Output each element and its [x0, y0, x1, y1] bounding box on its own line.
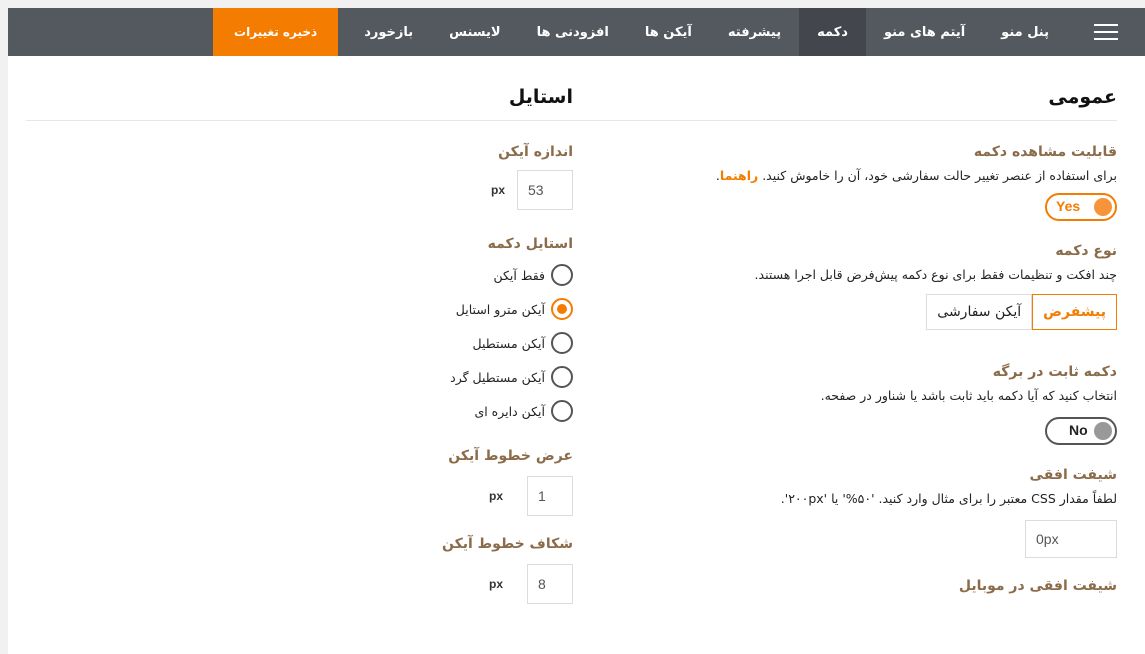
button-type-custom-icon[interactable]: آیکن سفارشی [926, 294, 1033, 330]
icon-size-unit: px [490, 183, 505, 197]
line-gap-row: 8 px [33, 564, 573, 604]
icon-size-setting: اندازه آیکن 53 px [33, 144, 573, 210]
radio-label: آیکن دایره ای [474, 403, 545, 419]
toggle-label: Yes [1056, 198, 1081, 214]
fixed-toggle[interactable]: No [1045, 417, 1117, 445]
radio-button[interactable] [551, 332, 573, 354]
radio-button[interactable] [551, 366, 573, 388]
radio-option[interactable]: فقط آیکن [33, 258, 573, 292]
tab-button[interactable]: دکمه [799, 8, 866, 56]
radio-button[interactable] [551, 264, 573, 286]
radio-option[interactable]: آیکن دایره ای [33, 394, 573, 428]
toggle-label: No [1069, 422, 1088, 438]
radio-option[interactable]: آیکن مستطیل [33, 326, 573, 360]
button-style-options: فقط آیکن آیکن مترو استایل آیکن مستطیل آی… [33, 258, 573, 428]
toggle-knob [1094, 422, 1112, 440]
line-width-setting: عرض خطوط آیکن 1 px [33, 448, 573, 516]
settings-page: پنل منو آیتم های منو دکمه پیشرفته آیکن ه… [8, 8, 1145, 654]
line-gap-label: شکاف خطوط آیکن [441, 536, 573, 552]
line-width-label: عرض خطوط آیکن [448, 448, 573, 464]
line-gap-setting: شکاف خطوط آیکن 8 px [33, 536, 573, 604]
tab-advanced[interactable]: پیشرفته [710, 8, 799, 56]
tab-feedback[interactable]: بازخورد [346, 8, 431, 56]
radio-label: فقط آیکن [493, 267, 545, 283]
menu-icon[interactable] [1067, 8, 1145, 56]
h-shift-input[interactable]: 0px [1025, 520, 1117, 558]
visibility-label: قابلیت مشاهده دکمه [973, 144, 1117, 160]
icon-size-row: 53 px [33, 170, 573, 210]
top-nav: پنل منو آیتم های منو دکمه پیشرفته آیکن ه… [8, 8, 1145, 56]
tab-license[interactable]: لایسنس [431, 8, 518, 56]
line-width-input[interactable]: 1 [527, 476, 573, 516]
h-shift-label: شیفت افقی [1029, 467, 1117, 483]
general-title: عمومی [1048, 86, 1117, 108]
radio-button[interactable] [551, 400, 573, 422]
icon-size-input[interactable]: 53 [517, 170, 573, 210]
button-type-label: نوع دکمه [1055, 243, 1117, 259]
h-shift-mobile-setting: شیفت افقی در موبایل [597, 578, 1117, 594]
style-section: استایل اندازه آیکن 53 px استایل دکمه فقط… [33, 86, 573, 604]
tab-menu-panel[interactable]: پنل منو [983, 8, 1067, 56]
fixed-label: دکمه ثابت در برگه [992, 364, 1117, 380]
radio-option[interactable]: آیکن مستطیل گرد [33, 360, 573, 394]
style-title: استایل [508, 86, 573, 108]
h-shift-setting: شیفت افقی لطفاً مقدار CSS معتبر را برای … [597, 467, 1117, 558]
radio-button-checked[interactable] [551, 298, 573, 320]
general-section: عمومی قابلیت مشاهده دکمه برای استفاده از… [597, 86, 1117, 594]
save-changes-button[interactable]: ذخیره تغییرات [213, 8, 339, 56]
radio-option[interactable]: آیکن مترو استایل [33, 292, 573, 326]
button-style-setting: استایل دکمه فقط آیکن آیکن مترو استایل آی… [33, 236, 573, 428]
line-gap-input[interactable]: 8 [527, 564, 573, 604]
fixed-desc: انتخاب کنید که آیا دکمه باید ثابت باشد ی… [820, 388, 1117, 403]
tab-icons[interactable]: آیکن ها [627, 8, 710, 56]
tab-menu-items[interactable]: آیتم های منو [866, 8, 983, 56]
button-style-label: استایل دکمه [487, 236, 573, 252]
visibility-toggle[interactable]: Yes [1045, 193, 1117, 221]
h-shift-desc: لطفاً مقدار CSS معتبر را برای مثال وارد … [780, 491, 1117, 506]
icon-size-label: اندازه آیکن [498, 144, 573, 160]
guide-link[interactable]: راهنما [720, 168, 758, 183]
toggle-knob [1094, 198, 1112, 216]
visibility-setting: قابلیت مشاهده دکمه برای استفاده از عنصر … [597, 144, 1117, 221]
button-type-default[interactable]: پیشفرض [1032, 294, 1117, 330]
button-type-segmented: پیشفرض آیکن سفارشی [597, 294, 1117, 330]
radio-label: آیکن مستطیل گرد [450, 369, 545, 385]
fixed-setting: دکمه ثابت در برگه انتخاب کنید که آیا دکم… [597, 364, 1117, 445]
visibility-desc-text: برای استفاده از عنصر تغییر حالت سفارشی خ… [762, 168, 1117, 183]
line-gap-unit: px [488, 577, 503, 591]
visibility-desc: برای استفاده از عنصر تغییر حالت سفارشی خ… [715, 168, 1117, 183]
line-width-row: 1 px [33, 476, 573, 516]
button-type-desc: چند افکت و تنظیمات فقط برای نوع دکمه پیش… [754, 267, 1117, 282]
tab-addons[interactable]: افزودنی ها [519, 8, 627, 56]
radio-label: آیکن مستطیل [472, 335, 545, 351]
button-type-setting: نوع دکمه چند افکت و تنظیمات فقط برای نوع… [597, 243, 1117, 330]
radio-label: آیکن مترو استایل [455, 301, 545, 317]
line-width-unit: px [488, 489, 503, 503]
h-shift-mobile-label: شیفت افقی در موبایل [958, 578, 1117, 594]
